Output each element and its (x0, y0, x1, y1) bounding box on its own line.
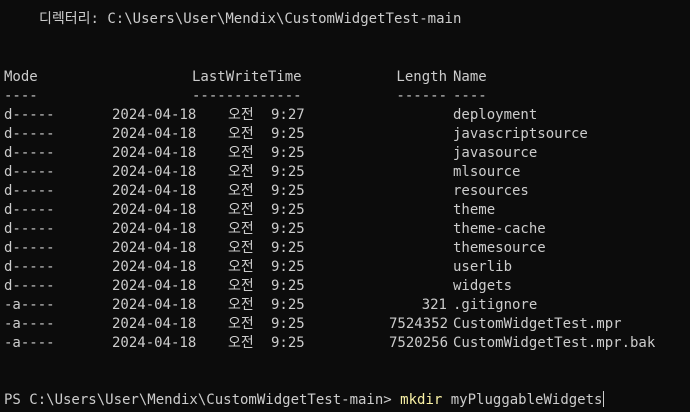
row-ampm: 오전 (228, 297, 254, 313)
row-ampm: 오전 (228, 107, 254, 123)
row-ampm: 오전 (228, 278, 254, 294)
row-mode: d----- (4, 221, 55, 237)
row-time: 9:25 (271, 297, 305, 313)
row-mode: d----- (4, 183, 55, 199)
row-date: 2024-04-18 (112, 278, 197, 294)
prompt-line[interactable]: PS C:\Users\User\Mendix\CustomWidgetTest… (4, 391, 605, 410)
row-time: 9:25 (271, 202, 305, 218)
command-argument: myPluggableWidgets (442, 392, 603, 408)
header-length: Length (396, 69, 447, 85)
row-date: 2024-04-18 (112, 240, 197, 256)
prompt-path: PS C:\Users\User\Mendix\CustomWidgetTest… (4, 392, 401, 408)
row-mode: d----- (4, 240, 55, 256)
row-time: 9:25 (271, 145, 305, 161)
row-mode: d----- (4, 278, 55, 294)
row-mode: -a---- (4, 316, 55, 332)
underline-length: ------ (396, 88, 447, 104)
directory-heading: 디렉터리: C:\Users\User\Mendix\CustomWidgetT… (39, 11, 462, 27)
terminal-window[interactable]: 디렉터리: C:\Users\User\Mendix\CustomWidgetT… (0, 0, 690, 412)
row-name: resources (453, 183, 529, 199)
row-time: 9:25 (271, 316, 305, 332)
row-date: 2024-04-18 (112, 126, 197, 142)
row-time: 9:25 (271, 126, 305, 142)
row-ampm: 오전 (228, 183, 254, 199)
row-date: 2024-04-18 (112, 316, 197, 332)
row-time: 9:25 (271, 221, 305, 237)
row-time: 9:25 (271, 164, 305, 180)
row-date: 2024-04-18 (112, 259, 197, 275)
row-length: 7520256 (389, 335, 449, 351)
row-name: javasource (453, 145, 538, 161)
column-underline-row: ---- ------------- ------ ---- (0, 87, 487, 106)
row-mode: d----- (4, 202, 55, 218)
row-mode: d----- (4, 259, 55, 275)
row-mode: d----- (4, 107, 55, 123)
row-ampm: 오전 (228, 145, 254, 161)
header-last-write-time: LastWriteTime (192, 69, 302, 85)
row-ampm: 오전 (228, 259, 254, 275)
row-time: 9:25 (271, 335, 305, 351)
row-time: 9:25 (271, 183, 305, 199)
row-time: 9:25 (271, 259, 305, 275)
row-date: 2024-04-18 (112, 145, 197, 161)
row-date: 2024-04-18 (112, 297, 197, 313)
row-length: 321 (421, 297, 447, 313)
row-name: CustomWidgetTest.mpr.bak (453, 335, 656, 351)
underline-mode: ---- (4, 88, 38, 104)
row-ampm: 오전 (228, 202, 254, 218)
row-mode: -a---- (4, 297, 55, 313)
row-name: theme (453, 202, 496, 218)
row-mode: d----- (4, 126, 55, 142)
row-name: themesource (453, 240, 546, 256)
row-date: 2024-04-18 (112, 164, 197, 180)
row-ampm: 오전 (228, 335, 254, 351)
row-date: 2024-04-18 (112, 202, 197, 218)
row-date: 2024-04-18 (112, 183, 197, 199)
column-header-row: Mode LastWriteTime Length Name (0, 68, 487, 87)
row-length: 7524352 (389, 316, 449, 332)
underline-name: ---- (453, 88, 487, 104)
text-cursor (603, 391, 605, 407)
row-name: CustomWidgetTest.mpr (453, 316, 622, 332)
header-mode: Mode (4, 69, 38, 85)
row-name: userlib (453, 259, 513, 275)
row-ampm: 오전 (228, 221, 254, 237)
row-mode: d----- (4, 145, 55, 161)
row-mode: -a---- (4, 335, 55, 351)
row-name: deployment (453, 107, 538, 123)
underline-last-write-time: ------------- (192, 88, 302, 104)
row-ampm: 오전 (228, 164, 254, 180)
row-date: 2024-04-18 (112, 221, 197, 237)
row-name: widgets (453, 278, 513, 294)
header-name: Name (453, 69, 487, 85)
row-time: 9:25 (271, 240, 305, 256)
row-time: 9:27 (271, 107, 305, 123)
row-ampm: 오전 (228, 316, 254, 332)
row-date: 2024-04-18 (112, 107, 197, 123)
row-date: 2024-04-18 (112, 335, 197, 351)
row-mode: d----- (4, 164, 55, 180)
row-ampm: 오전 (228, 240, 254, 256)
row-name: .gitignore (453, 297, 538, 313)
row-time: 9:25 (271, 278, 305, 294)
row-name: theme-cache (453, 221, 546, 237)
command-name: mkdir (400, 392, 443, 408)
row-name: mlsource (453, 164, 521, 180)
row-name: javascriptsource (453, 126, 588, 142)
row-ampm: 오전 (228, 126, 254, 142)
